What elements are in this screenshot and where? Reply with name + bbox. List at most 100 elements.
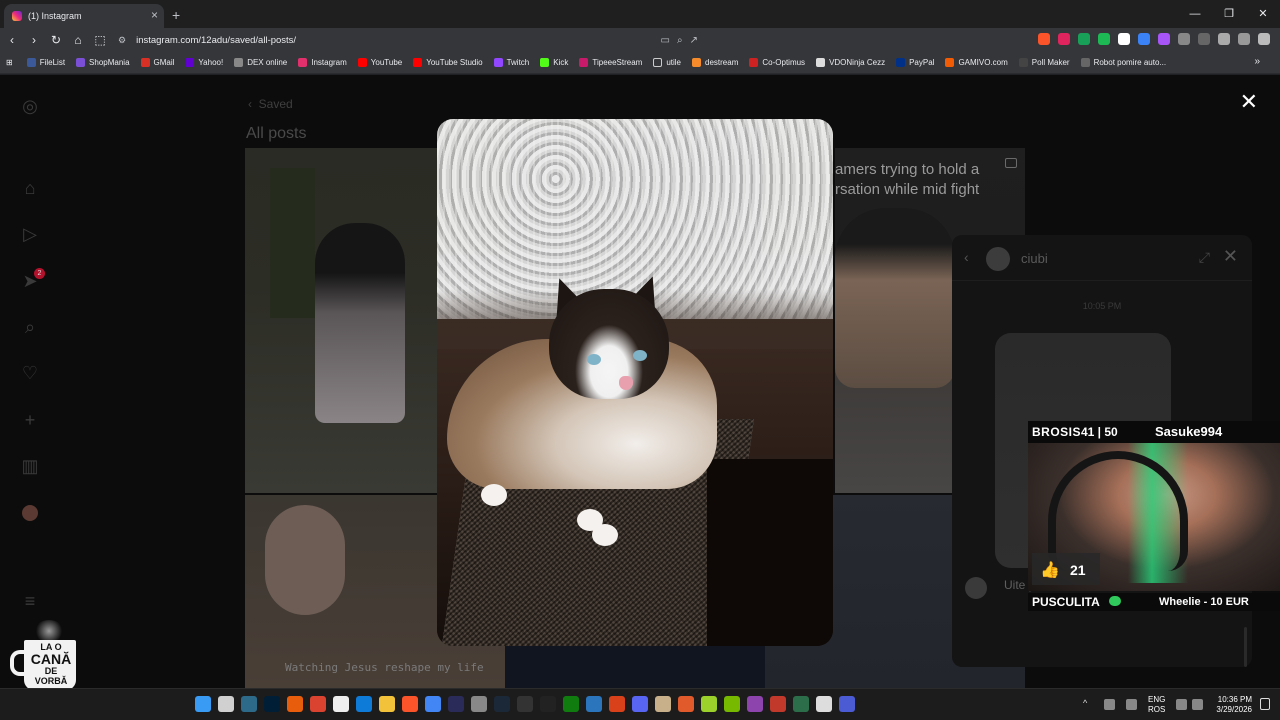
tab-close-icon[interactable]: × (151, 8, 158, 22)
bg-icon[interactable] (793, 696, 809, 712)
tray-expand-icon[interactable]: ^ (1083, 698, 1087, 708)
notifications-heart-icon[interactable]: ♡ (19, 362, 41, 384)
bookmark-paypal[interactable]: PayPal (896, 58, 934, 67)
maximize-button[interactable]: ❐ (1212, 0, 1246, 28)
steam-icon[interactable] (494, 696, 510, 712)
reload-button[interactable]: ↻ (46, 33, 66, 47)
app-icon[interactable] (701, 696, 717, 712)
discord-icon[interactable] (632, 696, 648, 712)
chat-close-icon[interactable]: ✕ (1223, 246, 1238, 267)
bookmark-vdoninja[interactable]: VDONinja Cezz (816, 58, 885, 67)
brave-icon[interactable] (402, 696, 418, 712)
site-info-icon[interactable]: ⚙ (118, 35, 126, 46)
chat-back-icon[interactable]: ‹ (964, 249, 969, 265)
post-image-modal[interactable] (437, 119, 833, 646)
app-icon[interactable] (747, 696, 763, 712)
network-icon[interactable] (1176, 699, 1187, 710)
chat-scrollbar[interactable] (1244, 627, 1247, 667)
bookmark-gamivo[interactable]: GAMIVO.com (945, 58, 1008, 67)
app-icon[interactable] (586, 696, 602, 712)
file-explorer-icon[interactable] (379, 696, 395, 712)
saved-breadcrumb[interactable]: ‹ Saved (248, 97, 293, 111)
logitech-icon[interactable] (517, 696, 533, 712)
close-post-icon[interactable]: ✕ (1240, 89, 1258, 115)
sidebar-icon[interactable] (1198, 33, 1210, 45)
app-icon[interactable] (241, 696, 257, 712)
chat-username[interactable]: ciubi (1021, 251, 1048, 266)
app-icon[interactable] (655, 696, 671, 712)
extension-green-icon[interactable] (1078, 33, 1090, 45)
instagram-logo-icon[interactable]: ◎ (19, 95, 41, 117)
app-icon[interactable] (770, 696, 786, 712)
notification-icon[interactable] (1260, 698, 1270, 710)
bookmark-twitch[interactable]: Twitch (493, 58, 529, 67)
rewards-icon[interactable] (1058, 33, 1070, 45)
more-menu-icon[interactable]: ≡ (19, 590, 41, 612)
forward-button[interactable]: › (24, 33, 44, 47)
obs-icon[interactable] (471, 696, 487, 712)
app-icon[interactable] (310, 696, 326, 712)
start-icon[interactable] (195, 696, 211, 712)
bookmark-filelist[interactable]: FileList (26, 58, 65, 67)
bookmarks-apps-icon[interactable]: ⊞ (6, 58, 13, 67)
language-indicator[interactable]: ENG ROS (1148, 695, 1165, 715)
app-icon[interactable] (287, 696, 303, 712)
wallet-icon[interactable] (1218, 33, 1230, 45)
home-button[interactable]: ⌂ (68, 33, 88, 47)
vpn-icon[interactable] (1238, 33, 1250, 45)
clock[interactable]: 10:36 PM 3/29/2026 (1212, 695, 1252, 715)
new-tab-button[interactable]: + (172, 7, 180, 23)
nvidia-icon[interactable] (724, 696, 740, 712)
app-icon[interactable] (839, 696, 855, 712)
microphone-tray-icon[interactable] (1126, 699, 1137, 710)
extension-d-icon[interactable] (1118, 33, 1130, 45)
bookmark-tipeeestream[interactable]: TipeeeStream (579, 58, 642, 67)
bookmark-folder-utile[interactable]: utile (653, 58, 681, 67)
bookmark-instagram[interactable]: Instagram (298, 58, 347, 67)
bookmark-youtube[interactable]: YouTube (357, 58, 402, 67)
bookmark-poll-maker[interactable]: Poll Maker (1018, 58, 1070, 67)
tab-instagram[interactable]: (1) Instagram × (4, 4, 164, 28)
bookmark-destream[interactable]: destream (692, 58, 738, 67)
address-bar[interactable]: ⚙ instagram.com/12adu/saved/all-posts/ ▭… (108, 30, 968, 50)
extensions-puzzle-icon[interactable] (1178, 33, 1190, 45)
bookmark-youtube-studio[interactable]: YouTube Studio (413, 58, 483, 67)
home-icon[interactable]: ⌂ (19, 177, 41, 199)
bookmark-kick[interactable]: Kick (540, 58, 568, 67)
photoshop-icon[interactable] (264, 696, 280, 712)
app-icon[interactable] (816, 696, 832, 712)
dashboard-icon[interactable]: ▥ (19, 455, 41, 477)
create-plus-icon[interactable]: + (19, 409, 41, 431)
bookmark-robot[interactable]: Robot pomire auto... (1080, 58, 1166, 67)
close-window-button[interactable]: ✕ (1246, 0, 1280, 28)
brave-shield-icon[interactable] (1038, 33, 1050, 45)
xbox-icon[interactable] (563, 696, 579, 712)
share-icon[interactable]: ↗ (690, 35, 698, 46)
app-icon[interactable] (678, 696, 694, 712)
chat-avatar[interactable] (986, 247, 1010, 271)
epic-games-icon[interactable] (540, 696, 556, 712)
translate-icon[interactable] (1138, 33, 1150, 45)
saved-post-tile[interactable] (505, 645, 765, 688)
reels-icon[interactable]: ▷ (19, 223, 41, 245)
chrome-icon[interactable] (425, 696, 441, 712)
app-icon[interactable] (609, 696, 625, 712)
bookmarks-more-button[interactable]: » (1254, 56, 1260, 67)
minimize-button[interactable]: — (1178, 0, 1212, 28)
edge-icon[interactable] (356, 696, 372, 712)
expand-icon[interactable]: ⤢ (1199, 249, 1210, 266)
tray-app-icon[interactable] (1104, 699, 1115, 710)
bookmark-yahoo[interactable]: Yahoo! (185, 58, 223, 67)
bookmark-gmail[interactable]: GMail (140, 58, 174, 67)
volume-icon[interactable] (1192, 699, 1203, 710)
profile-avatar[interactable] (22, 505, 38, 521)
extension-purple-icon[interactable] (1158, 33, 1170, 45)
menu-icon[interactable] (1258, 33, 1270, 45)
bookmark-page-button[interactable]: ⬚ (90, 33, 110, 47)
bookmark-dex-online[interactable]: DEX online (234, 58, 287, 67)
search-icon[interactable]: ⌕ (19, 316, 41, 338)
bookmark-shopmania[interactable]: ShopMania (76, 58, 130, 67)
task-view-icon[interactable] (218, 696, 234, 712)
zoom-icon[interactable]: ⌕ (677, 35, 683, 46)
back-button[interactable]: ‹ (2, 33, 22, 47)
